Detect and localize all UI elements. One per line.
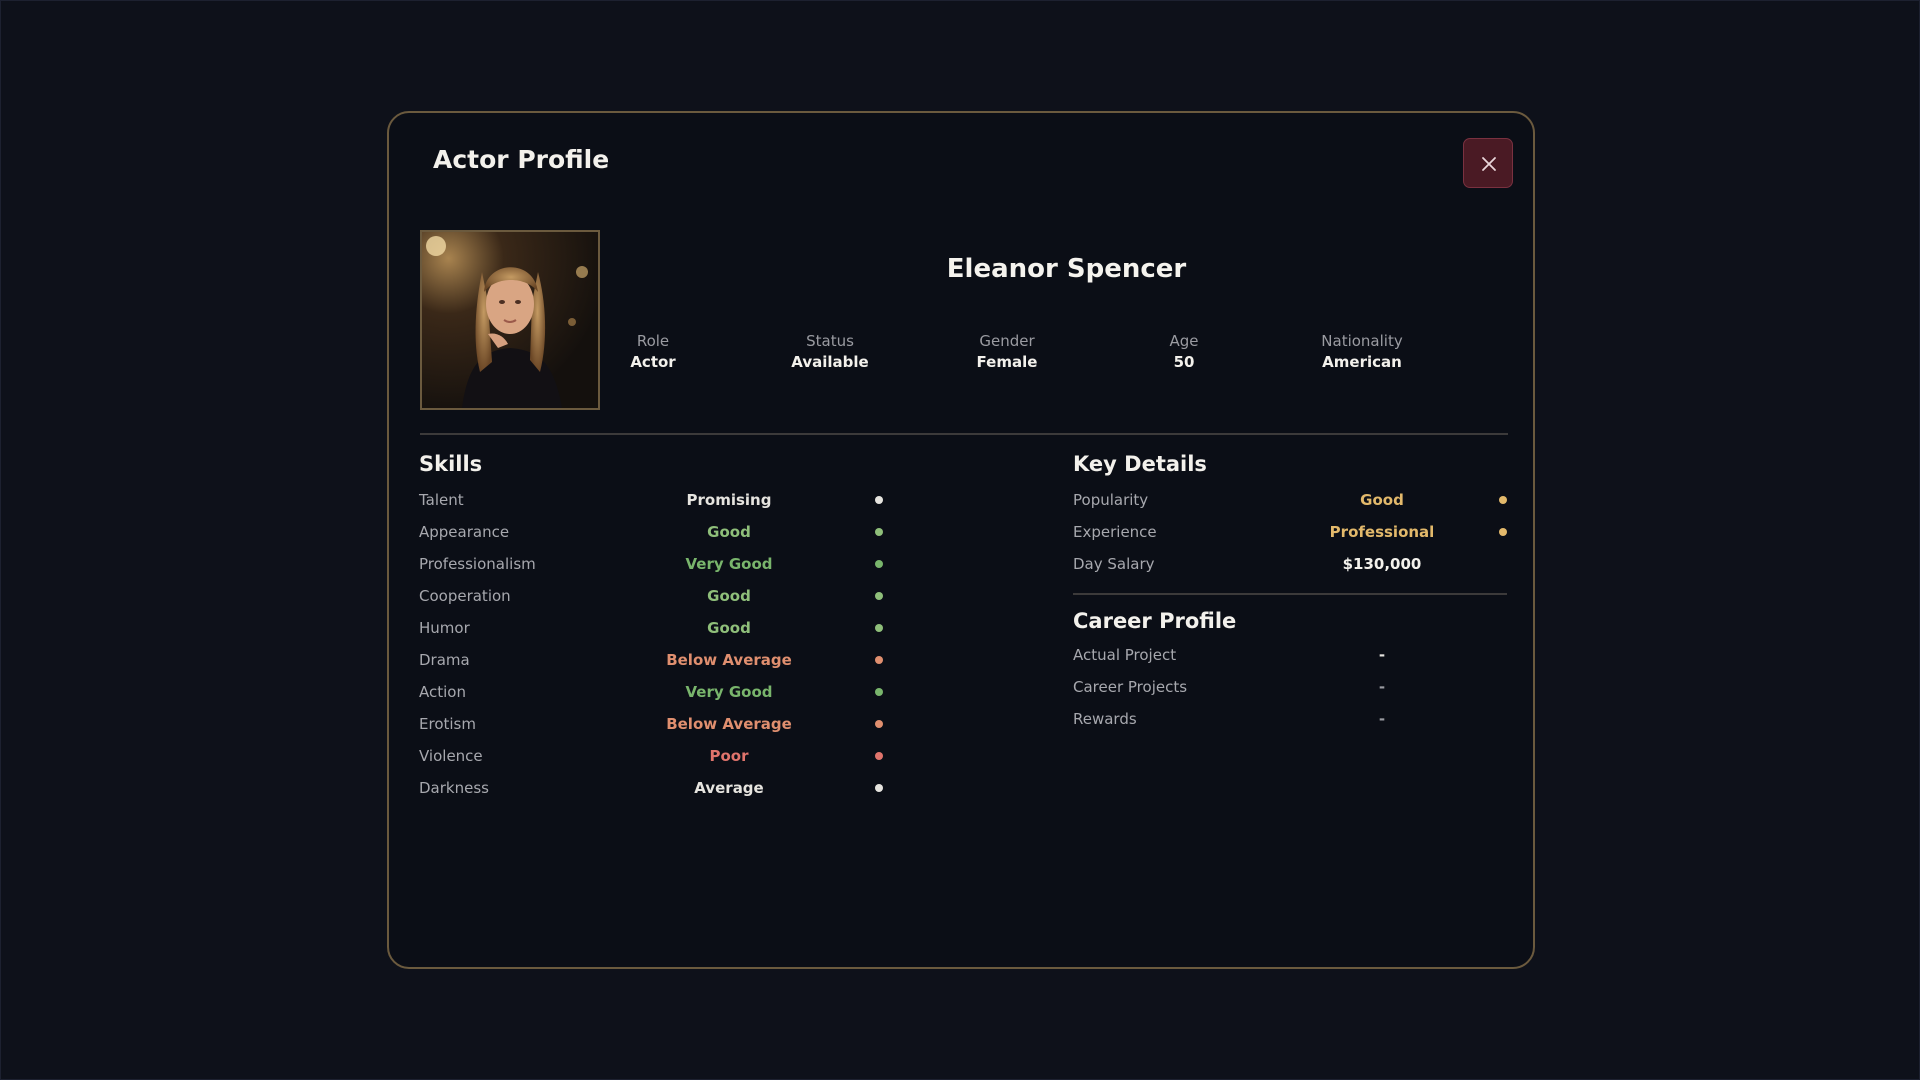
- skill-indicator-dot: [875, 496, 883, 504]
- career-profile-title: Career Profile: [1073, 609, 1237, 633]
- skill-row: Humor Good: [419, 614, 883, 642]
- skill-value: Very Good: [685, 555, 773, 573]
- skill-value: Poor: [709, 747, 749, 765]
- screen-background: Actor Profile Eleanor Spencer Role Actor…: [0, 0, 1920, 1080]
- skill-row: Appearance Good: [419, 518, 883, 546]
- skill-indicator-dot: [875, 720, 883, 728]
- actor-profile-modal: Actor Profile Eleanor Spencer Role Actor…: [387, 111, 1535, 969]
- career-row: Actual Project -: [1073, 641, 1507, 669]
- info-age: Age 50: [1099, 331, 1269, 373]
- skill-indicator-dot: [875, 752, 883, 760]
- skill-row: Violence Poor: [419, 742, 883, 770]
- info-gender: Gender Female: [922, 331, 1092, 373]
- header-divider: [420, 433, 1508, 435]
- info-status: Status Available: [745, 331, 915, 373]
- key-details-divider: [1073, 593, 1507, 595]
- actor-name: Eleanor Spencer: [946, 254, 1187, 284]
- skill-value: Below Average: [666, 715, 792, 733]
- skill-row: Erotism Below Average: [419, 710, 883, 738]
- skill-label: Action: [419, 683, 466, 701]
- key-detail-value: Good: [1360, 491, 1404, 509]
- actor-info-row: Role Actor Status Available Gender Femal…: [630, 331, 1538, 381]
- skill-label: Appearance: [419, 523, 510, 541]
- key-details-title: Key Details: [1073, 452, 1207, 476]
- skill-label: Erotism: [419, 715, 476, 733]
- skill-row: Professionalism Very Good: [419, 550, 883, 578]
- skill-value: Promising: [686, 491, 772, 509]
- key-detail-value: $130,000: [1342, 555, 1422, 573]
- info-value: Available: [791, 353, 869, 371]
- career-row: Career Projects -: [1073, 673, 1507, 701]
- skill-row: Action Very Good: [419, 678, 883, 706]
- career-label: Career Projects: [1073, 678, 1188, 696]
- actor-portrait: [420, 230, 600, 410]
- career-value: -: [1378, 678, 1386, 696]
- modal-title: Actor Profile: [433, 145, 610, 174]
- key-detail-row: Experience Professional: [1073, 518, 1507, 546]
- key-detail-label: Popularity: [1073, 491, 1149, 509]
- key-detail-indicator-dot: [1499, 528, 1507, 536]
- skill-label: Violence: [419, 747, 483, 765]
- skill-value: Average: [694, 779, 764, 797]
- skill-label: Humor: [419, 619, 470, 637]
- key-detail-indicator-dot: [1499, 496, 1507, 504]
- key-detail-row: Day Salary $130,000: [1073, 550, 1507, 578]
- info-value: Actor: [630, 353, 676, 371]
- career-value: -: [1378, 646, 1386, 664]
- skill-row: Cooperation Good: [419, 582, 883, 610]
- skill-indicator-dot: [875, 624, 883, 632]
- skill-label: Professionalism: [419, 555, 536, 573]
- skill-indicator-dot: [875, 656, 883, 664]
- info-label: Status: [806, 332, 854, 350]
- key-detail-value: Professional: [1329, 523, 1435, 541]
- skill-indicator-dot: [875, 560, 883, 568]
- info-label: Age: [1169, 332, 1199, 350]
- skill-label: Drama: [419, 651, 470, 669]
- skill-indicator-dot: [875, 784, 883, 792]
- info-label: Role: [636, 332, 670, 350]
- info-nationality: Nationality American: [1277, 331, 1447, 373]
- info-value: Female: [976, 353, 1038, 371]
- career-row: Rewards -: [1073, 705, 1507, 733]
- skill-value: Good: [707, 619, 751, 637]
- career-label: Actual Project: [1073, 646, 1177, 664]
- skill-indicator-dot: [875, 592, 883, 600]
- skill-row: Talent Promising: [419, 486, 883, 514]
- skills-title: Skills: [419, 452, 483, 476]
- skill-value: Good: [707, 587, 751, 605]
- skill-label: Talent: [419, 491, 464, 509]
- skill-indicator-dot: [875, 688, 883, 696]
- info-role: Role Actor: [568, 331, 738, 373]
- skill-row: Drama Below Average: [419, 646, 883, 674]
- key-detail-label: Day Salary: [1073, 555, 1155, 573]
- close-button[interactable]: [1463, 138, 1513, 188]
- info-value: 50: [1173, 353, 1195, 371]
- info-value: American: [1322, 353, 1402, 371]
- skill-label: Cooperation: [419, 587, 511, 605]
- career-label: Rewards: [1073, 710, 1137, 728]
- info-label: Gender: [979, 332, 1035, 350]
- skill-value: Below Average: [666, 651, 792, 669]
- career-value: -: [1378, 710, 1386, 728]
- key-detail-label: Experience: [1073, 523, 1157, 541]
- close-icon: [1482, 157, 1496, 171]
- skill-value: Very Good: [685, 683, 773, 701]
- key-detail-row: Popularity Good: [1073, 486, 1507, 514]
- skill-row: Darkness Average: [419, 774, 883, 802]
- skill-value: Good: [707, 523, 751, 541]
- info-label: Nationality: [1321, 332, 1403, 350]
- skill-label: Darkness: [419, 779, 489, 797]
- skill-indicator-dot: [875, 528, 883, 536]
